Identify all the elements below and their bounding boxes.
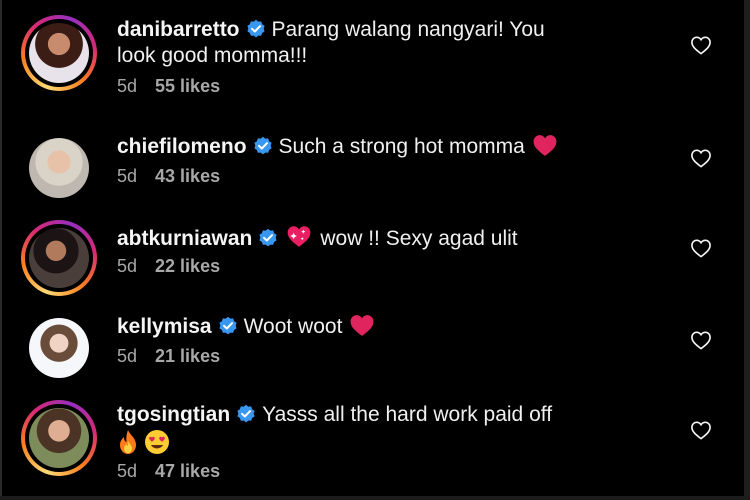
like-heart-icon[interactable] xyxy=(690,35,712,55)
verified-badge-icon xyxy=(259,228,277,247)
frame-bottom-edge xyxy=(0,496,750,500)
comment-likes[interactable]: 55 likes xyxy=(155,76,220,96)
like-heart-icon[interactable] xyxy=(690,330,712,350)
verified-badge-icon xyxy=(253,136,272,155)
comment-meta: 5d 22 likes xyxy=(117,256,220,277)
avatar-border xyxy=(25,224,93,292)
avatar[interactable] xyxy=(29,228,89,288)
comment-username[interactable]: tgosingtian xyxy=(117,403,230,426)
avatar-border xyxy=(25,404,93,472)
comment-line: abtkurniawan wow !! Sexy agad ulit xyxy=(117,223,518,251)
comment-text: Woot woot xyxy=(243,315,343,338)
comment-line xyxy=(117,429,171,457)
comment-line: danibarretto Parang walang nangyari! You xyxy=(117,18,545,42)
comment-likes[interactable]: 43 likes xyxy=(155,166,220,186)
avatar[interactable] xyxy=(29,23,89,83)
comment-meta: 5d 21 likes xyxy=(117,346,220,367)
avatar-container xyxy=(21,310,97,386)
comment-meta: 5d 43 likes xyxy=(117,166,220,187)
comment-line: chiefilomeno Such a strong hot momma xyxy=(117,133,559,159)
comment-likes[interactable]: 47 likes xyxy=(155,461,220,481)
comment-time: 5d xyxy=(117,166,138,186)
comment-likes[interactable]: 22 likes xyxy=(155,256,220,276)
sparkling-heart-emoji-icon xyxy=(288,226,311,247)
verified-badge-icon xyxy=(246,19,265,38)
story-ring[interactable] xyxy=(21,400,97,476)
comment-line: look good momma!!! xyxy=(117,44,307,68)
frame-right-edge xyxy=(744,0,750,500)
comment-text-continued: look good momma!!! xyxy=(117,44,308,67)
comment-meta: 5d 47 likes xyxy=(117,461,220,482)
comment-line: tgosingtian Yasss all the hard work paid … xyxy=(117,403,552,427)
avatar[interactable] xyxy=(29,408,89,468)
comment-line: kellymisa Woot woot xyxy=(117,313,376,339)
comment-time: 5d xyxy=(117,461,138,481)
comment-username[interactable]: kellymisa xyxy=(117,315,212,338)
verified-badge-icon xyxy=(218,316,237,335)
fire-emoji-icon xyxy=(120,430,136,454)
comment-time: 5d xyxy=(117,256,138,276)
heart-eyes-emoji-icon xyxy=(145,430,169,454)
story-ring[interactable] xyxy=(21,220,97,296)
avatar-container xyxy=(21,130,97,206)
frame-left-edge xyxy=(0,0,2,500)
avatar[interactable] xyxy=(29,318,89,378)
comment-text: Such a strong hot momma xyxy=(278,135,525,158)
comment-likes[interactable]: 21 likes xyxy=(155,346,220,366)
comment-time: 5d xyxy=(117,76,138,96)
comment-username[interactable]: abtkurniawan xyxy=(117,227,252,250)
comment-time: 5d xyxy=(117,346,138,366)
verified-badge-icon xyxy=(237,404,255,423)
like-heart-icon[interactable] xyxy=(690,238,712,258)
red-heart-emoji-icon xyxy=(533,135,557,156)
red-heart-emoji-icon xyxy=(350,315,374,336)
comment-text: wow !! Sexy agad ulit xyxy=(320,227,518,250)
avatar-border xyxy=(25,19,93,87)
comment-meta: 5d 55 likes xyxy=(117,76,220,97)
comment-text: Parang walang nangyari! You xyxy=(271,18,545,41)
like-heart-icon[interactable] xyxy=(690,420,712,440)
story-ring[interactable] xyxy=(21,15,97,91)
like-heart-icon[interactable] xyxy=(690,148,712,168)
comment-text: Yasss all the hard work paid off xyxy=(262,403,553,426)
avatar[interactable] xyxy=(29,138,89,198)
comment-username[interactable]: danibarretto xyxy=(117,18,240,41)
comment-username[interactable]: chiefilomeno xyxy=(117,135,247,158)
